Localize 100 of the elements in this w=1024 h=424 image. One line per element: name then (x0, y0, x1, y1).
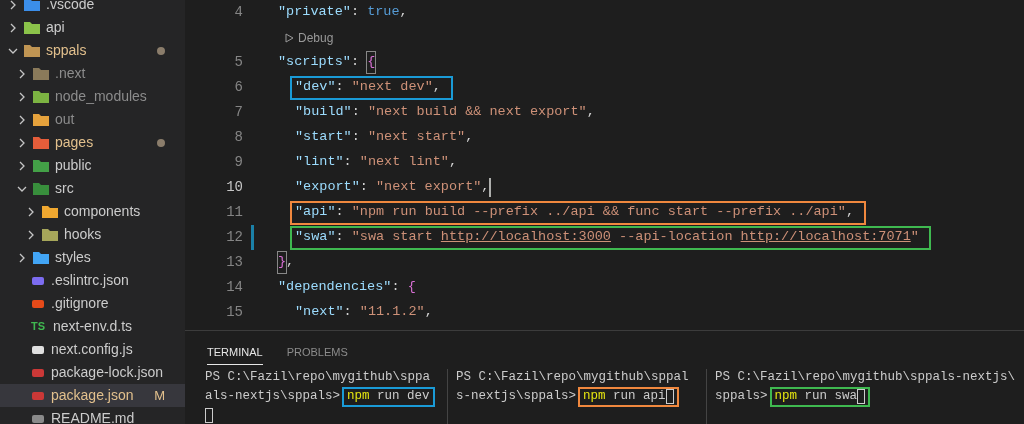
line-number: 4 (234, 3, 243, 22)
code-token: "export" (295, 178, 360, 197)
code-token: "swa start (351, 228, 434, 247)
tree-item[interactable]: node_modules (0, 85, 185, 108)
code-token: "11.1.2" (359, 303, 425, 322)
line-number: 14 (226, 278, 243, 297)
tree-item[interactable]: .next (0, 62, 185, 85)
code-token: } (278, 252, 287, 273)
chevron-right-icon[interactable] (8, 22, 18, 33)
code-token: : (343, 303, 353, 322)
tree-item[interactable]: README.md (0, 407, 185, 424)
code-token: "build" (295, 103, 352, 122)
line-number: 6 (234, 78, 243, 97)
tree-item[interactable]: sppals (0, 39, 185, 62)
tree-item[interactable]: public (0, 154, 185, 177)
tree-item[interactable]: package-lock.json (0, 361, 185, 384)
item-label: .next (55, 64, 87, 83)
chevron-right-icon[interactable] (17, 114, 27, 125)
chevron-right-icon[interactable] (17, 91, 27, 102)
item-label: api (46, 18, 66, 37)
debug-link[interactable]: Debug (298, 28, 334, 47)
line-number: 9 (234, 153, 243, 172)
code-token: : (335, 228, 345, 247)
tree-item[interactable]: .gitignore (0, 292, 185, 315)
tree-item[interactable]: .eslintrc.json (0, 269, 185, 292)
code-token: " (910, 228, 919, 247)
tree-item[interactable]: TS next-env.d.ts (0, 315, 185, 338)
tree-item[interactable]: api (0, 16, 185, 39)
tree-item[interactable]: pages (0, 131, 185, 154)
code-token: "next" (295, 303, 344, 322)
chevron-right-icon[interactable] (17, 160, 27, 171)
panel-tab[interactable]: PROBLEMS (286, 341, 348, 365)
code-token: : (391, 278, 401, 297)
item-label: package.json (51, 386, 135, 405)
chevron-right-icon[interactable] (17, 68, 27, 79)
code-token: , (432, 78, 441, 97)
item-label: public (55, 156, 93, 175)
code-token: "private" (278, 3, 351, 22)
code-token: "next export" (376, 178, 482, 197)
code-token: "dev" (295, 78, 336, 97)
url-link[interactable]: http://localhost:7071 (740, 227, 911, 248)
code-token: --api-location (618, 228, 734, 247)
code-token: , (845, 203, 854, 222)
play-icon[interactable] (285, 32, 294, 43)
code-token: : (351, 103, 361, 122)
tree-item[interactable]: styles (0, 246, 185, 269)
item-label: README.md (51, 409, 136, 424)
item-label: sppals (46, 41, 88, 60)
code-token: "api" (295, 203, 336, 222)
item-label: package-lock.json (51, 363, 165, 382)
code-token: "start" (295, 128, 352, 147)
chevron-right-icon[interactable] (8, 0, 18, 10)
item-label: .gitignore (51, 294, 110, 313)
item-label: next.config.js (51, 340, 134, 359)
url-link[interactable]: http://localhost:3000 (440, 227, 611, 248)
code-token: : (350, 53, 361, 72)
code-token: { (367, 52, 376, 73)
code-token: , (481, 178, 490, 197)
terminal-prompt: s-nextjs\sppals> (456, 387, 577, 405)
code-token: : (335, 78, 345, 97)
code-token: "npm run build --prefix ../api && func start --prefix ../api" (351, 203, 846, 222)
code-token: , (286, 253, 295, 272)
chevron-right-icon[interactable] (17, 252, 27, 263)
terminal-line: PS C:\Fazil\repo\mygithub\sppals-nextjs\ (715, 369, 1016, 386)
tree-item[interactable]: out (0, 108, 185, 131)
line-number: 8 (234, 128, 243, 147)
code-token: "lint" (295, 153, 344, 172)
git-status: M (154, 386, 165, 405)
line-number: 12 (226, 228, 243, 247)
tree-item[interactable]: next.config.js (0, 338, 185, 361)
item-label: next-env.d.ts (53, 317, 134, 336)
panel-tab[interactable]: TERMINAL (207, 341, 263, 365)
terminal-line: PS C:\Fazil\repo\mygithub\sppal (456, 369, 690, 386)
code-token: { (407, 278, 416, 297)
code-token: , (399, 3, 408, 22)
code-token: : (343, 153, 353, 172)
command-name: npm (774, 387, 798, 405)
line-number: 15 (226, 303, 243, 322)
tree-item[interactable]: hooks (0, 223, 185, 246)
tree-item[interactable]: src (0, 177, 185, 200)
code-token: : (351, 128, 361, 147)
chevron-right-icon[interactable] (26, 229, 36, 240)
code-token: "next lint" (359, 153, 449, 172)
command-args: run dev (376, 387, 430, 405)
line-number: 5 (234, 53, 243, 72)
terminal-line: PS C:\Fazil\repo\mygithub\sppa (205, 369, 432, 386)
code-token: , (586, 103, 595, 122)
chevron-right-icon[interactable] (17, 137, 27, 148)
tree-item[interactable]: components (0, 200, 185, 223)
item-label: styles (55, 248, 92, 267)
item-label: pages (55, 133, 95, 152)
code-token: , (465, 128, 474, 147)
command-name: npm (347, 387, 370, 405)
line-number: 10 (226, 178, 243, 197)
text-cursor (489, 178, 492, 197)
command-args: run swa (803, 387, 858, 405)
chevron-right-icon[interactable] (26, 206, 36, 217)
typescript-icon: TS (31, 318, 47, 335)
tree-item[interactable]: package.json M (0, 384, 185, 407)
code-token: "scripts" (278, 53, 351, 72)
